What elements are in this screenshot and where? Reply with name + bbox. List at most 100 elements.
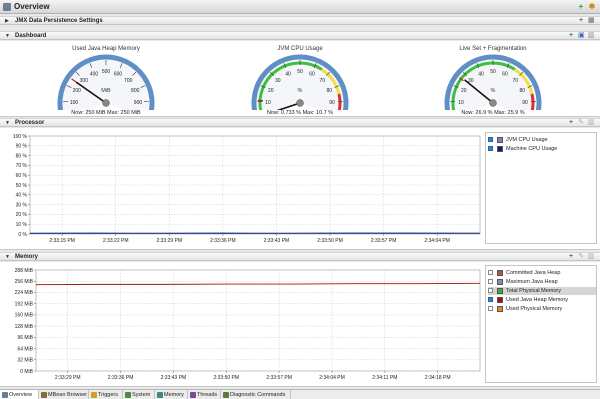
section-jmx-label: JMX Data Persistence Settings xyxy=(15,18,103,24)
gauge-tick-label: 70 xyxy=(319,78,325,84)
gauge-dial: 0102030405060708090100% xyxy=(444,54,542,110)
section-dashboard[interactable]: ▼ Dashboard + ▣ ▥ xyxy=(0,31,600,40)
gauge-unit: MiB xyxy=(101,88,111,94)
chart-tool-icon[interactable]: ✎ xyxy=(578,253,584,260)
memory-legend: Committed Java Heap Maximum Java Heap Tota… xyxy=(485,265,597,383)
section-processor[interactable]: ▼ Processor + ✎ ▥ xyxy=(0,118,600,127)
gauge-hub xyxy=(102,99,110,107)
gauge-tick-label: 20 xyxy=(461,88,467,94)
memory-chart: 288 MiB 256 MiB 224 MiB 192 MiB 160 MiB 128 M… xyxy=(15,268,481,381)
gauge-tick-label: 40 xyxy=(478,71,484,77)
gauge-tick-label: 200 xyxy=(73,88,82,94)
x-tick-label: 2:34:18 PM xyxy=(425,375,451,381)
legend-checkbox[interactable] xyxy=(488,270,493,275)
legend-item[interactable]: Maximum Java Heap xyxy=(488,278,596,286)
tab-memory[interactable]: Memory xyxy=(155,390,188,399)
refresh-icon[interactable]: ✱ xyxy=(588,3,596,11)
y-tick-label: 192 MiB xyxy=(15,301,34,307)
tab-label: Overview xyxy=(9,392,32,398)
add-icon[interactable]: + xyxy=(578,17,584,24)
mbean-icon xyxy=(41,392,47,398)
x-tick-label: 2:33:29 PM xyxy=(55,375,81,381)
y-tick-label: 100 % xyxy=(13,134,28,140)
legend-color-swatch xyxy=(497,279,503,285)
chart-options-icon[interactable]: ▥ xyxy=(588,253,595,260)
plot-area xyxy=(35,269,481,372)
legend-checkbox[interactable] xyxy=(488,146,493,151)
legend-label: Total Physical Memory xyxy=(506,288,562,294)
overview-titlebar: Overview + ✱ xyxy=(0,0,600,14)
gauge-tick-label: 10 xyxy=(265,100,271,106)
tab-label: Diagnostic Commands xyxy=(230,392,286,398)
legend-item[interactable]: JVM CPU Usage xyxy=(488,136,596,144)
legend-checkbox[interactable] xyxy=(488,297,493,302)
tab-system[interactable]: System xyxy=(123,390,155,399)
overview-app-icon xyxy=(3,3,11,11)
expanded-arrow-icon[interactable]: ▼ xyxy=(5,33,10,39)
gauge-tick-label: 20 xyxy=(268,88,274,94)
gauge-tick-label: 90 xyxy=(522,100,528,106)
legend-label: Used Physical Memory xyxy=(506,306,563,312)
legend-color-swatch xyxy=(497,270,503,276)
gauge-dial: 0102030405060708090100% xyxy=(251,54,349,110)
legend-item[interactable]: Machine CPU Usage xyxy=(488,145,596,153)
gauge-tick-label: 70 xyxy=(512,78,518,84)
collapsed-arrow-icon[interactable]: ▶ xyxy=(5,18,9,24)
gauge-unit: % xyxy=(491,88,496,94)
add-series-icon[interactable]: + xyxy=(568,119,574,126)
trigger-icon xyxy=(91,392,97,398)
x-tick-label: 2:33:36 PM xyxy=(108,375,134,381)
x-tick-label: 2:34:04 PM xyxy=(319,375,345,381)
gauge-tick-label: 300 xyxy=(80,78,89,84)
legend-checkbox[interactable] xyxy=(488,137,493,142)
tab-label: Threads xyxy=(197,392,218,398)
section-jmx-persistence[interactable]: ▶ JMX Data Persistence Settings + ▦ xyxy=(0,16,600,25)
legend-item[interactable]: Used Physical Memory xyxy=(488,305,596,313)
expanded-arrow-icon[interactable]: ▼ xyxy=(5,120,10,126)
tab-overview[interactable]: Overview xyxy=(0,390,39,399)
section-memory[interactable]: ▼ Memory + ✎ ▥ xyxy=(0,252,600,261)
gauge-tick-label: 800 xyxy=(131,88,140,94)
add-series-icon[interactable]: + xyxy=(568,253,574,260)
edit-icon[interactable]: ▣ xyxy=(578,32,585,39)
x-tick-label: 2:33:50 PM xyxy=(213,375,239,381)
legend-checkbox[interactable] xyxy=(488,306,493,311)
chart-options-icon[interactable]: ▥ xyxy=(588,32,595,39)
dashboard-panel: Used Java Heap Memory 010020030040050060… xyxy=(0,41,600,117)
tab-diagnostic-commands[interactable]: Diagnostic Commands xyxy=(221,390,291,399)
legend-checkbox[interactable] xyxy=(488,288,493,293)
tab-label: System xyxy=(132,392,151,398)
legend-color-swatch xyxy=(497,288,503,294)
chart-options-icon[interactable]: ▥ xyxy=(588,119,595,126)
editor-tab-bar: Overview MBean Browser Triggers System M… xyxy=(0,389,600,399)
gauge-tick-label: 600 xyxy=(114,71,123,77)
add-gauge-icon[interactable]: + xyxy=(568,32,574,39)
tab-label: Triggers xyxy=(98,392,118,398)
overview-icon xyxy=(2,392,8,398)
tab-mbean-browser[interactable]: MBean Browser xyxy=(39,390,89,399)
legend-label: Committed Java Heap xyxy=(506,270,561,276)
y-tick-label: 0 MiB xyxy=(20,369,33,375)
x-tick-label: 2:33:57 PM xyxy=(371,238,397,244)
y-tick-label: 64 MiB xyxy=(17,346,33,352)
legend-label: Maximum Java Heap xyxy=(506,279,558,285)
gauge-tick-label: 90 xyxy=(329,100,335,106)
tab-triggers[interactable]: Triggers xyxy=(89,390,123,399)
legend-item[interactable]: Committed Java Heap xyxy=(488,269,596,277)
legend-color-swatch xyxy=(497,306,503,312)
x-tick-label: 2:33:29 PM xyxy=(156,238,182,244)
tab-threads[interactable]: Threads xyxy=(188,390,221,399)
gauge-tick-label: 80 xyxy=(519,88,525,94)
y-tick-label: 256 MiB xyxy=(15,279,34,285)
y-tick-label: 10 % xyxy=(16,222,28,228)
gauge-tick-label: 30 xyxy=(275,78,281,84)
legend-item[interactable]: Used Java Heap Memory xyxy=(488,296,596,304)
gauge-jvm-cpu: JVM CPU Usage 0102030405060708090100% No… xyxy=(245,41,355,121)
legend-checkbox[interactable] xyxy=(488,279,493,284)
y-tick-label: 90 % xyxy=(16,144,28,150)
grid-icon[interactable]: ▦ xyxy=(588,17,595,24)
chart-tool-icon[interactable]: ✎ xyxy=(578,119,584,126)
legend-item[interactable]: Total Physical Memory xyxy=(488,287,596,295)
expanded-arrow-icon[interactable]: ▼ xyxy=(5,254,10,260)
add-icon[interactable]: + xyxy=(577,3,585,11)
